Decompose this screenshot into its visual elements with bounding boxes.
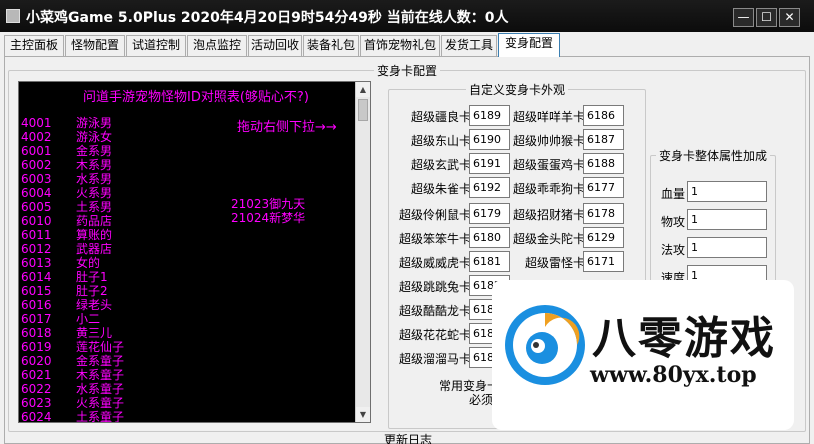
listbox-header: 问道手游宠物怪物ID对照表(够贴心不?) [83, 90, 309, 105]
card-label: 超级笨笨牛卡 [398, 232, 471, 246]
minimize-button[interactable]: — [733, 8, 754, 27]
watermark-title: 八零游戏 [592, 313, 776, 364]
card-id-input[interactable]: 6178 [583, 203, 624, 224]
required-label: 必须 [468, 393, 493, 407]
card-label: 超级咩咩羊卡 [512, 110, 585, 124]
tab-equipment-pack[interactable]: 装备礼包 [303, 35, 359, 56]
monster-id-listbox[interactable]: 问道手游宠物怪物ID对照表(够贴心不?) 拖动右侧下拉→→ 4001 游泳男 40… [18, 81, 371, 423]
tab-strip: 主控面板 怪物配置 试道控制 泡点监控 活动回收 装备礼包 首饰宠物礼包 发货工… [4, 33, 810, 57]
list-extra: 21024新梦华 [231, 211, 306, 225]
close-button[interactable]: ✕ [779, 8, 800, 27]
card-id-input[interactable]: 6177 [583, 177, 624, 198]
group-title: 变身卡配置 [376, 64, 437, 78]
attr-label-hp: 血量 [660, 187, 685, 201]
card-id-input[interactable]: 6192 [469, 177, 510, 198]
card-label: 超级朱雀卡 [410, 182, 471, 196]
card-id-input[interactable]: 6186 [583, 105, 624, 126]
attr-label-magic-atk: 法攻 [660, 243, 685, 257]
card-label: 超级溜溜马卡 [398, 352, 471, 366]
tab-main-panel[interactable]: 主控面板 [4, 35, 64, 56]
scroll-down-icon[interactable]: ▼ [356, 407, 370, 422]
card-label: 超级雷怪卡 [524, 256, 585, 270]
card-label: 超级帅帅猴卡 [512, 134, 585, 148]
card-label: 超级威威虎卡 [398, 256, 471, 270]
tab-monster-config[interactable]: 怪物配置 [65, 35, 125, 56]
card-id-input[interactable]: 6171 [583, 251, 624, 272]
app-icon [6, 9, 20, 23]
changelog-label: 更新日志 [383, 433, 432, 444]
custom-appearance-title: 自定义变身卡外观 [468, 83, 565, 97]
card-label: 超级金头陀卡 [512, 232, 585, 246]
tab-transform-config[interactable]: 变身配置 [498, 33, 560, 57]
maximize-button[interactable]: ☐ [756, 8, 777, 27]
card-label: 超级跳跳兔卡 [398, 280, 471, 294]
attr-input-magic-atk[interactable]: 1 [687, 237, 767, 258]
card-id-input[interactable]: 6187 [583, 129, 624, 150]
card-label: 超级蛋蛋鸡卡 [512, 158, 585, 172]
tab-event-recycle[interactable]: 活动回收 [248, 35, 302, 56]
card-id-input[interactable]: 6129 [583, 227, 624, 248]
card-label: 超级招财猪卡 [512, 208, 585, 222]
swirl-logo-icon [505, 305, 585, 385]
attr-input-hp[interactable]: 1 [687, 181, 767, 202]
card-id-input[interactable]: 6179 [469, 203, 510, 224]
watermark-overlay: 八零游戏 www.80yx.top [492, 280, 794, 430]
card-id-input[interactable]: 6181 [469, 251, 510, 272]
card-label: 超级花花蛇卡 [398, 328, 471, 342]
card-label: 超级酷酷龙卡 [398, 304, 471, 318]
card-label: 超级伶俐鼠卡 [398, 208, 471, 222]
attr-input-phys-atk[interactable]: 1 [687, 209, 767, 230]
card-id-input[interactable]: 6189 [469, 105, 510, 126]
attr-label-phys-atk: 物攻 [660, 215, 685, 229]
card-id-input[interactable]: 6180 [469, 227, 510, 248]
tab-delivery-tool[interactable]: 发货工具 [441, 35, 497, 56]
card-label: 超级玄武卡 [410, 158, 471, 172]
tab-jewelry-pet-pack[interactable]: 首饰宠物礼包 [360, 35, 440, 56]
watermark-url: www.80yx.top [590, 362, 757, 388]
window-title: 小菜鸡Game 5.0Plus 2020年4月20日9时54分49秒 当前在线人… [26, 10, 509, 26]
card-id-input[interactable]: 6190 [469, 129, 510, 150]
title-bar: 小菜鸡Game 5.0Plus 2020年4月20日9时54分49秒 当前在线人… [0, 0, 814, 32]
card-label: 超级乖乖狗卡 [512, 182, 585, 196]
attribute-bonus-title: 变身卡整体属性加成 [658, 149, 767, 163]
listbox-hint: 拖动右侧下拉→→ [237, 120, 337, 135]
tab-bubble-monitor[interactable]: 泡点监控 [187, 35, 247, 56]
card-id-input[interactable]: 6188 [583, 153, 624, 174]
card-label: 超级东山卡 [410, 134, 471, 148]
tab-trial-control[interactable]: 试道控制 [126, 35, 186, 56]
scroll-thumb[interactable] [358, 99, 368, 121]
card-label: 超级疆良卡 [410, 110, 471, 124]
card-id-input[interactable]: 6191 [469, 153, 510, 174]
listbox-scrollbar[interactable]: ▲ ▼ [355, 82, 370, 422]
scroll-up-icon[interactable]: ▲ [356, 82, 370, 97]
